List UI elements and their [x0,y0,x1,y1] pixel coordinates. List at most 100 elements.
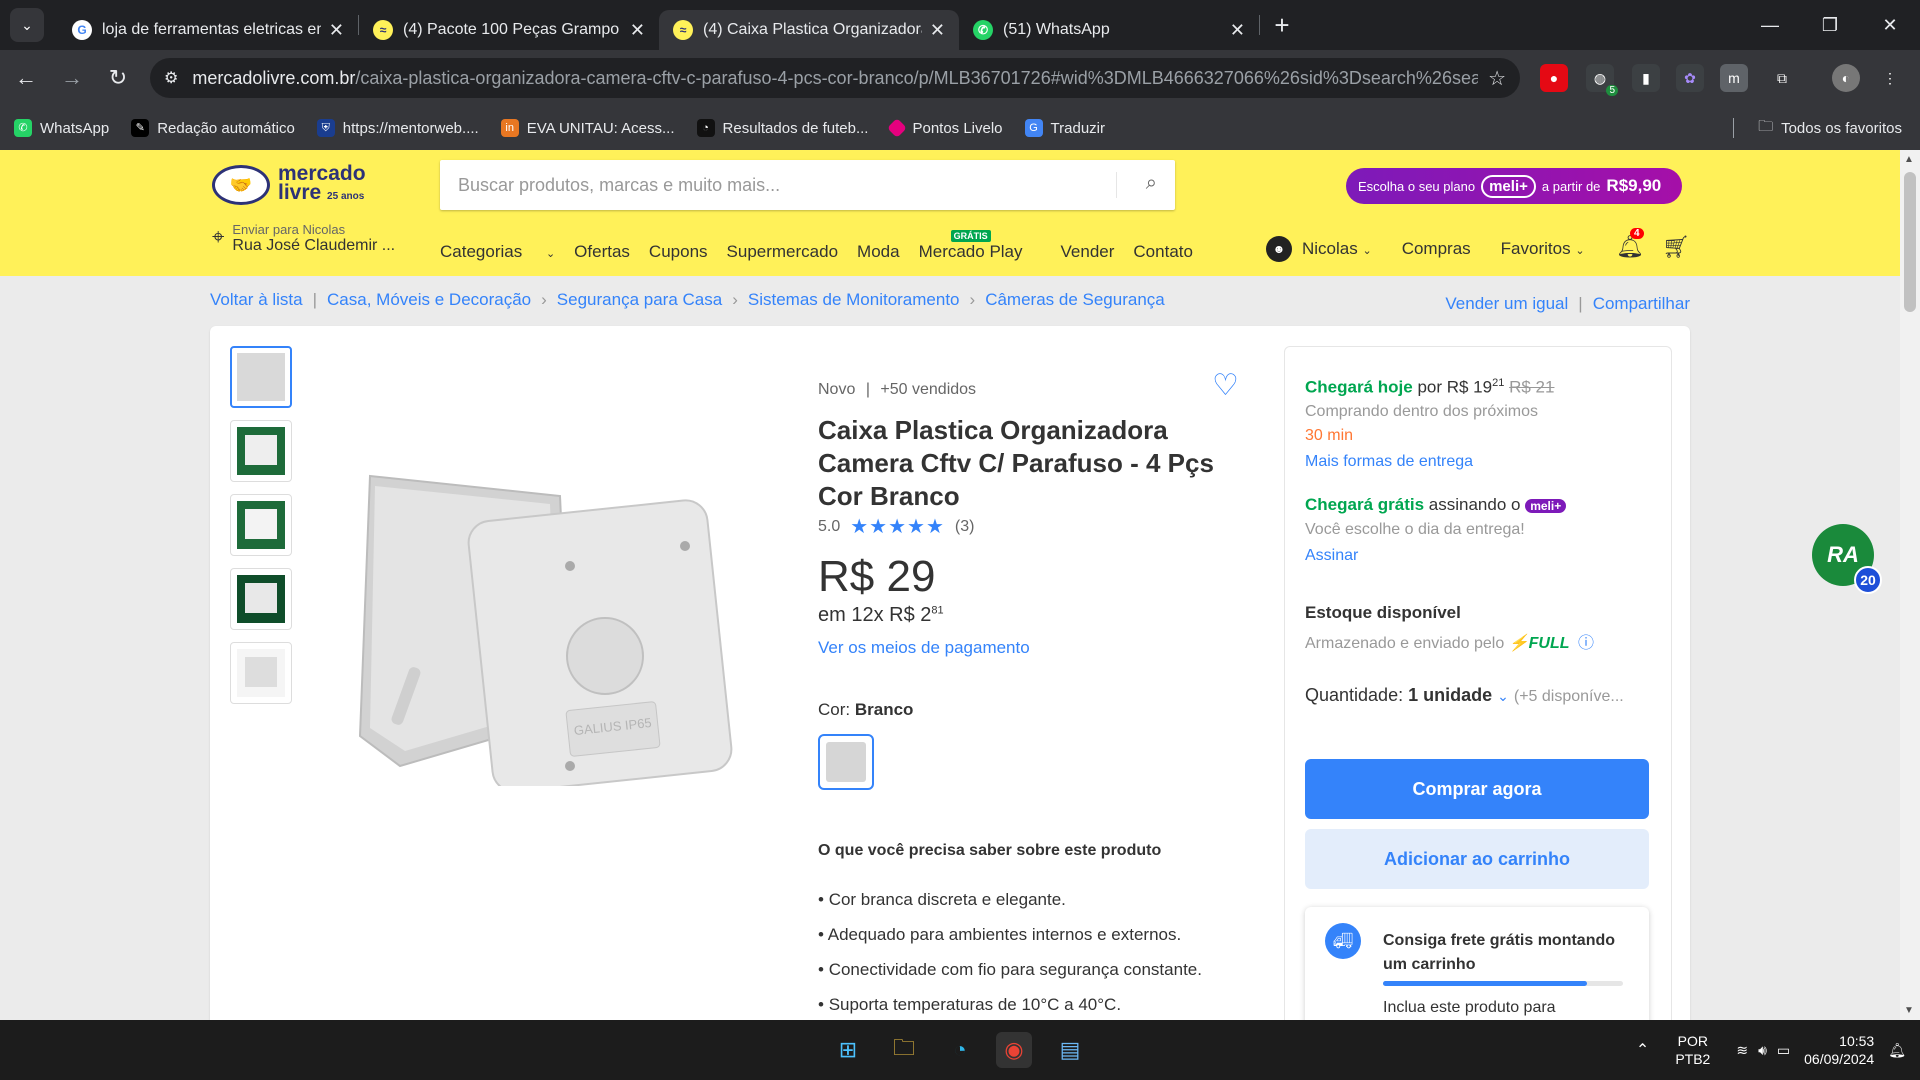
restore-icon[interactable]: ❐ [1800,0,1860,50]
browser-tab[interactable]: ✆ (51) WhatsApp ✕ [959,10,1259,50]
bookmark-star-icon[interactable]: ☆ [1488,66,1506,91]
favorite-heart-icon[interactable]: ♡ [1212,368,1239,403]
tab-search-button[interactable]: ⌄ [10,8,44,42]
language-indicator[interactable]: POR PTB2 [1675,1032,1710,1068]
bookmark-item[interactable]: in EVA UNITAU: Acess... [500,119,675,137]
breadcrumb-item[interactable]: Câmeras de Segurança [985,290,1165,310]
add-to-cart-button[interactable]: Adicionar ao carrinho [1305,829,1649,889]
new-tab-button[interactable]: + [1264,7,1300,43]
nav-item-mercado-play[interactable]: GRÁTIS Mercado Play [919,230,1042,262]
search-input[interactable]: Buscar produtos, marcas e muito mais... … [440,160,1175,210]
product-thumbnail[interactable] [230,346,292,408]
nav-item-moda[interactable]: Moda [857,242,900,262]
bookmark-item[interactable]: ✆ WhatsApp [14,119,109,137]
more-delivery-link[interactable]: Mais formas de entrega [1305,453,1473,471]
volume-icon[interactable]: 🔊︎ [1758,1042,1767,1059]
nav-item-contato[interactable]: Contato [1133,242,1193,262]
free-shipping-sub: Inclua este produto para [1383,999,1556,1016]
chevron-up-icon[interactable]: ⌃ [1636,1040,1649,1060]
tab-title: loja de ferramentas eletricas em [102,21,321,38]
color-swatch-branco[interactable] [818,734,874,790]
quantity-selector[interactable]: Quantidade: 1 unidade ⌄ (+5 disponíve... [1305,685,1624,706]
browser-tab-active[interactable]: ≈ (4) Caixa Plastica Organizadora ✕ [659,10,959,50]
breadcrumb-item[interactable]: Casa, Móveis e Decoração [327,290,531,310]
wifi-icon[interactable]: ≋ [1736,1042,1748,1059]
adblock-extension-icon[interactable]: ● [1540,64,1568,92]
info-icon[interactable]: ⓘ [1578,635,1594,652]
notepad-icon[interactable]: ▤ [1052,1032,1088,1068]
minimize-icon[interactable]: — [1740,0,1800,50]
close-tab-icon[interactable]: ✕ [930,20,945,41]
back-icon[interactable]: ← [6,58,46,98]
close-tab-icon[interactable]: ✕ [630,20,645,41]
subscribe-link[interactable]: Assinar [1305,547,1358,565]
delivery-address[interactable]: ⌖ Enviar para Nicolas Rua José Claudemir… [212,222,395,255]
forward-icon[interactable]: → [52,58,92,98]
extension-icon[interactable]: ◍ 5 [1586,64,1618,96]
nav-item-ofertas[interactable]: Ofertas [574,242,630,262]
bookmark-item[interactable]: G Traduzir [1024,119,1105,137]
close-tab-icon[interactable]: ✕ [1230,20,1245,41]
edge-browser-icon[interactable]: ◔ [942,1032,978,1068]
extensions-puzzle-icon[interactable]: ⧉ [1768,64,1796,92]
scroll-up-icon[interactable]: ▲ [1904,154,1914,165]
share-link[interactable]: Compartilhar [1593,294,1690,314]
chrome-menu-icon[interactable]: ⋮ [1876,64,1904,92]
nav-item-vender[interactable]: Vender [1061,242,1115,262]
scroll-thumb[interactable] [1904,172,1916,312]
all-bookmarks[interactable]: 🗀 Todos os favoritos [1758,106,1902,150]
bookmark-item[interactable]: Pontos Livelo [887,118,1003,138]
browser-tab[interactable]: G loja de ferramentas eletricas em ✕ [58,10,358,50]
bookmark-extension-icon[interactable]: ▮ [1632,64,1660,92]
gear-extension-icon[interactable]: ✿ [1676,64,1704,92]
reload-icon[interactable]: ↻ [98,58,138,98]
breadcrumb-item[interactable]: Segurança para Casa [557,290,722,310]
chrome-browser-icon[interactable]: ◉ [996,1032,1032,1068]
browser-tab[interactable]: ≈ (4) Pacote 100 Peças Grampo Fi ✕ [359,10,659,50]
address-bar[interactable]: ⚙ mercadolivre.com.br /caixa-plastica-or… [150,58,1520,98]
nav-item-cupons[interactable]: Cupons [649,242,708,262]
user-menu[interactable]: Nicolas ⌄ [1302,239,1372,259]
sell-same-link[interactable]: Vender um igual [1445,294,1568,314]
favoritos-menu[interactable]: Favoritos ⌄ [1501,239,1585,259]
payment-methods-link[interactable]: Ver os meios de pagamento [818,638,1030,658]
qty-label: Quantidade: [1305,685,1404,705]
meli-plus-promo-banner[interactable]: Escolha o seu plano meli+ a partir de R$… [1346,168,1682,204]
color-value: Branco [854,700,914,719]
file-explorer-icon[interactable]: 🗀 [886,1032,922,1068]
bookmark-item[interactable]: ⛨ https://mentorweb.... [316,119,479,137]
search-icon[interactable]: ⌕ [1146,172,1157,195]
scroll-down-icon[interactable]: ▼ [1904,1005,1914,1016]
compras-link[interactable]: Compras [1402,239,1471,259]
back-to-list-link[interactable]: Voltar à lista [210,290,303,310]
notification-bell-icon[interactable]: 🔔︎ [1888,1042,1906,1059]
breadcrumb-item[interactable]: Sistemas de Monitoramento [748,290,960,310]
bookmark-item[interactable]: ◔ Resultados de futeb... [696,119,868,137]
product-thumbnail[interactable] [230,642,292,704]
cart-icon[interactable]: 🛒︎ [1662,234,1690,260]
nav-item-supermercado[interactable]: Supermercado [727,242,839,262]
notifications-bell-icon[interactable]: 🔔︎ 4 [1616,228,1644,260]
m-extension-icon[interactable]: m [1720,64,1748,92]
close-window-icon[interactable]: ✕ [1860,0,1920,50]
product-card: GALIUS IP65 Novo | +50 vendidos ♡ Caixa … [210,326,1690,1066]
battery-icon[interactable]: ▭ [1777,1042,1790,1059]
product-thumbnail[interactable] [230,568,292,630]
reclame-aqui-badge[interactable]: RA 20 [1812,524,1882,594]
close-tab-icon[interactable]: ✕ [329,20,344,41]
profile-avatar[interactable]: ◐ [1832,64,1860,92]
product-main-image[interactable]: GALIUS IP65 [330,466,750,786]
windows-start-icon[interactable]: ⊞ [830,1032,866,1068]
product-thumbnail[interactable] [230,420,292,482]
bookmark-item[interactable]: ✎ Redação automático [131,119,295,137]
mercadolivre-logo[interactable]: 🤝 mercado livre 25 anos [212,163,366,206]
product-highlights-list: Cor branca discreta e elegante. Adequado… [818,882,1202,1022]
avatar[interactable]: ☻ [1266,236,1292,262]
page-scrollbar[interactable]: ▲ ▼ [1900,150,1920,1020]
product-rating[interactable]: 5.0 ★★★★★ (3) [818,514,974,539]
buy-now-button[interactable]: Comprar agora [1305,759,1649,819]
nav-item-categorias[interactable]: Categorias ⌄ [440,242,555,262]
clock[interactable]: 10:53 06/09/2024 [1804,1032,1874,1068]
site-info-icon[interactable]: ⚙ [164,68,178,88]
product-thumbnail[interactable] [230,494,292,556]
